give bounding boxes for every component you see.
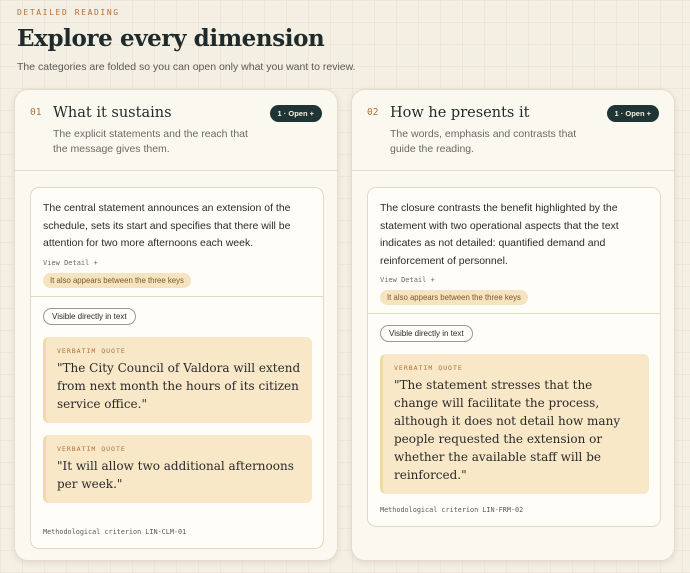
methodological-criterion: Methodological criterion LIN-CLM-01 [43, 528, 187, 536]
view-detail-link[interactable]: View Detail + [43, 259, 311, 267]
keys-badge: It also appears between the three keys [380, 290, 528, 305]
divider [31, 295, 323, 297]
visible-in-text-tag: Visible directly in text [380, 325, 473, 342]
detail-panel: The central statement announces an exten… [30, 187, 324, 549]
quote-label: VERBATIM QUOTE [57, 444, 126, 453]
page-title: Explore every dimension [17, 25, 325, 52]
card-header[interactable]: 02 How he presents it The words, emphasi… [352, 90, 674, 171]
card-title: How he presents it [390, 105, 530, 121]
methodological-criterion: Methodological criterion LIN-FRM-02 [380, 506, 524, 514]
card-header[interactable]: 01 What it sustains The explicit stateme… [15, 90, 337, 171]
quote-label: VERBATIM QUOTE [394, 364, 463, 372]
divider [368, 313, 660, 314]
page-subtitle: The categories are folded so you can ope… [17, 61, 356, 73]
category-card-presents: 02 How he presents it The words, emphasi… [351, 89, 675, 561]
quote-label: VERBATIM QUOTE [57, 346, 126, 355]
quote-text: "The City Council of Valdora will extend… [57, 360, 301, 411]
card-description: The explicit statements and the reach th… [53, 128, 248, 155]
verbatim-quote: VERBATIM QUOTE "The City Council of Vald… [43, 336, 312, 423]
verbatim-quote: VERBATIM QUOTE "The statement stresses t… [380, 354, 649, 494]
eyebrow-label: DETAILED READING [17, 8, 120, 17]
quote-text: "It will allow two additional afternoons… [57, 458, 294, 491]
card-description: The words, emphasis and contrasts that g… [390, 128, 577, 155]
card-title: What it sustains [53, 105, 172, 121]
summary-text: The central statement announces an exten… [43, 202, 291, 249]
quote-text: "The statement stresses that the change … [394, 378, 621, 482]
card-number: 01 [30, 107, 42, 118]
detail-panel: The closure contrasts the benefit highli… [367, 187, 661, 527]
card-number: 02 [367, 107, 379, 118]
open-button[interactable]: 1 · Open + [269, 105, 322, 122]
view-detail-link[interactable]: View Detail + [380, 276, 648, 284]
summary-block: The closure contrasts the benefit highli… [368, 188, 660, 305]
keys-badge: It also appears between the three keys [43, 272, 191, 288]
verbatim-quote: VERBATIM QUOTE "It will allow two additi… [43, 434, 312, 503]
visible-in-text-tag: Visible directly in text [43, 307, 136, 325]
category-card-sustains: 01 What it sustains The explicit stateme… [14, 89, 338, 561]
summary-block: The central statement announces an exten… [31, 188, 323, 288]
summary-text: The closure contrasts the benefit highli… [380, 202, 619, 267]
open-button[interactable]: 1 · Open + [606, 105, 659, 122]
